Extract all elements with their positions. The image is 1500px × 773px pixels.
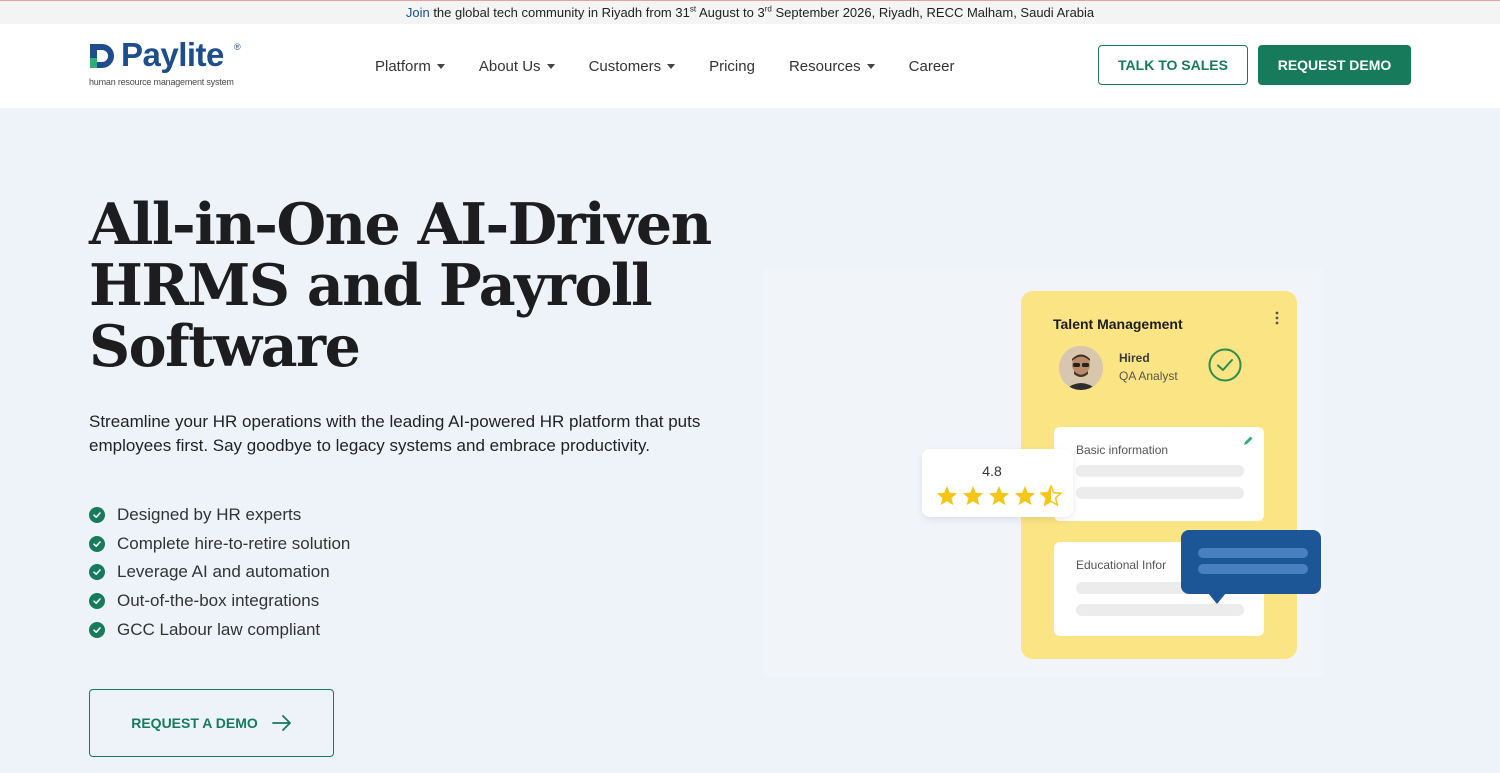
basic-information-card: Basic information <box>1054 427 1264 521</box>
logo-registered-mark: ® <box>234 42 241 52</box>
feature-item: GCC Labour law compliant <box>89 615 350 644</box>
caret-down-icon <box>866 63 875 69</box>
caret-down-icon <box>667 63 676 69</box>
feature-label: GCC Labour law compliant <box>117 619 321 639</box>
hero-title-line-1: All-in-One AI-Driven <box>89 191 712 258</box>
check-circle-icon <box>1208 348 1242 382</box>
chat-bubble-tail <box>1208 593 1226 604</box>
star-icon <box>1014 485 1036 506</box>
nav-item-customers[interactable]: Customers <box>589 58 676 75</box>
rating-value: 4.8 <box>982 463 1002 479</box>
placeholder-bar <box>1076 604 1244 616</box>
logo-tagline: human resource management system <box>89 77 234 87</box>
nav-label: Career <box>908 57 955 75</box>
feature-label: Out-of-the-box integrations <box>117 591 320 611</box>
feature-item: Designed by HR experts <box>89 501 350 530</box>
paylite-logo[interactable]: Paylite ® human resource management syst… <box>88 36 258 90</box>
nav-item-platform[interactable]: Platform <box>375 58 445 75</box>
chat-line <box>1198 564 1308 574</box>
feature-label: Designed by HR experts <box>117 505 302 525</box>
basic-information-label: Basic information <box>1076 443 1169 457</box>
feature-list: Designed by HR experts Complete hire-to-… <box>89 501 350 644</box>
feature-item: Complete hire-to-retire solution <box>89 530 350 559</box>
check-icon <box>89 535 105 552</box>
hero-subtitle: Streamline your HR operations with the l… <box>89 412 701 455</box>
site-header: Paylite ® human resource management syst… <box>0 24 1500 108</box>
talk-to-sales-button[interactable]: TALK TO SALES <box>1098 45 1248 85</box>
paylite-logo-icon <box>90 44 114 68</box>
check-icon <box>89 507 105 524</box>
nav-label: Resources <box>788 57 861 75</box>
nav-item-career[interactable]: Career <box>909 58 955 75</box>
announcement-text-2: August to 3 <box>696 5 765 20</box>
nav-label: Customers <box>588 57 662 75</box>
placeholder-bar <box>1076 465 1244 477</box>
main-nav: Platform About Us Customers Pricing Reso… <box>375 24 989 108</box>
nav-item-about-us[interactable]: About Us <box>479 58 555 75</box>
star-icon <box>962 485 984 506</box>
hero-title-line-2: HRMS and Payroll <box>89 252 653 319</box>
star-rating <box>936 485 1066 506</box>
cta-label: REQUEST A DEMO <box>131 715 258 731</box>
star-half-icon <box>1040 485 1062 506</box>
chat-line <box>1198 548 1308 558</box>
caret-down-icon <box>436 63 445 69</box>
hero-title: All-in-One AI-Driven HRMS and Payroll So… <box>89 194 769 377</box>
educational-information-label: Educational Infor <box>1076 558 1167 572</box>
check-icon <box>89 564 105 581</box>
rating-card: 4.8 <box>922 449 1073 517</box>
candidate-status: Hired <box>1119 351 1150 365</box>
request-demo-button[interactable]: REQUEST DEMO <box>1258 45 1411 85</box>
caret-down-icon <box>546 63 555 69</box>
chat-bubble <box>1181 530 1321 604</box>
check-icon <box>89 621 105 638</box>
nav-label: Pricing <box>709 57 755 75</box>
feature-label: Complete hire-to-retire solution <box>117 533 351 553</box>
feature-label: Leverage AI and automation <box>117 562 330 582</box>
avatar <box>1059 346 1103 390</box>
nav-item-pricing[interactable]: Pricing <box>709 58 755 75</box>
feature-item: Leverage AI and automation <box>89 558 350 587</box>
star-icon <box>936 485 958 506</box>
talent-management-title: Talent Management <box>1053 316 1183 332</box>
logo-wordmark: Paylite <box>121 36 224 73</box>
announcement-text-1: the global tech community in Riyadh from… <box>429 5 690 20</box>
kebab-menu-icon <box>1275 311 1279 325</box>
nav-label: About Us <box>478 57 541 75</box>
candidate-role: QA Analyst <box>1119 369 1178 383</box>
pencil-icon <box>1244 436 1253 445</box>
placeholder-bar <box>1076 487 1244 499</box>
star-icon <box>988 485 1010 506</box>
announcement-sup-2: rd <box>764 4 772 14</box>
check-icon <box>89 593 105 610</box>
announcement-join-link[interactable]: Join <box>406 5 430 20</box>
nav-item-resources[interactable]: Resources <box>789 58 875 75</box>
arrow-right-icon <box>271 715 291 731</box>
nav-label: Platform <box>375 57 431 75</box>
hero-title-line-3: Software <box>89 313 361 380</box>
announcement-text-3: September 2026, Riyadh, RECC Malham, Sau… <box>771 5 1095 20</box>
request-a-demo-button[interactable]: REQUEST A DEMO <box>89 689 334 757</box>
feature-item: Out-of-the-box integrations <box>89 587 350 616</box>
announcement-bar: Join the global tech community in Riyadh… <box>0 0 1500 24</box>
